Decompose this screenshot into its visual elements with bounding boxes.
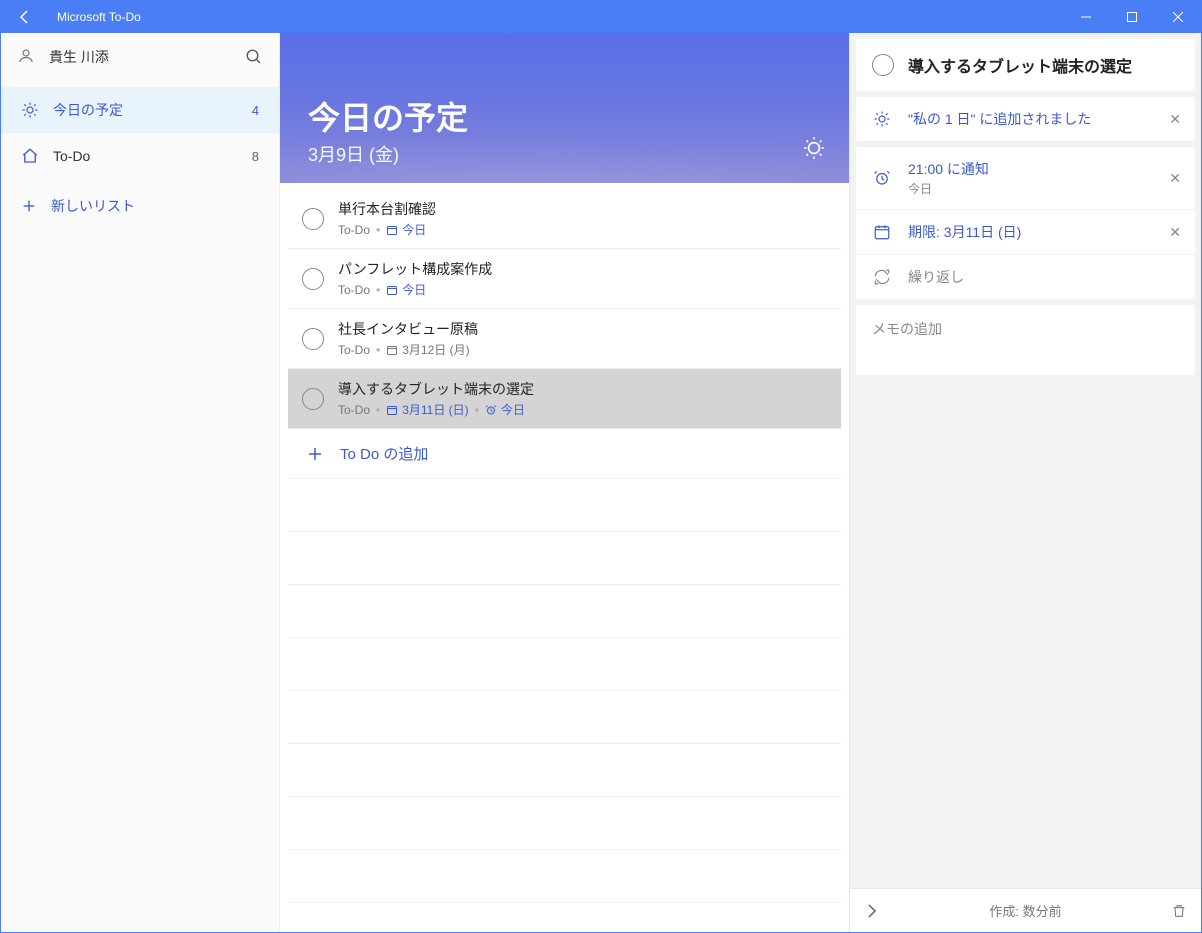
note-field[interactable]: メモの追加: [856, 305, 1195, 375]
calendar-icon: [872, 223, 892, 241]
empty-row: [288, 585, 841, 638]
due-text: 期限: 3月11日 (日): [908, 222, 1021, 242]
detail-header: 導入するタブレット端末の選定: [856, 39, 1195, 91]
delete-task-button[interactable]: [1171, 903, 1187, 919]
plus-icon: [306, 445, 324, 463]
minimize-button[interactable]: [1063, 1, 1109, 33]
page-date: 3月9日 (金): [308, 141, 821, 167]
chevron-right-icon: [864, 903, 880, 919]
task-name: 社長インタビュー原稿: [338, 319, 478, 339]
detail-panel: 導入するタブレット端末の選定 "私の 1 日" に追加されました ✕ 21:00…: [849, 33, 1201, 932]
remove-reminder-button[interactable]: ✕: [1169, 170, 1181, 187]
nav-item-label: 今日の予定: [53, 100, 123, 120]
nav-item-todo[interactable]: To-Do 8: [1, 133, 279, 179]
profile-name: 貴生 川添: [49, 47, 233, 67]
nav-item-count: 8: [252, 149, 259, 164]
new-list-label: 新しいリスト: [51, 196, 135, 216]
complete-toggle[interactable]: [302, 328, 324, 350]
nav-item-count: 4: [252, 103, 259, 118]
empty-row: [288, 797, 841, 850]
sidebar: 貴生 川添 今日の予定 4 To-Do 8: [1, 33, 280, 932]
nav-item-myday[interactable]: 今日の予定 4: [1, 87, 279, 133]
detail-schedule-card: 21:00 に通知 今日 ✕ 期限: 3月11日 (日) ✕ 繰り返し: [856, 147, 1195, 299]
task-list: 単行本台割確認To-Do• 今日パンフレット構成案作成To-Do• 今日社長イン…: [280, 183, 849, 932]
main-panel: 今日の予定 3月9日 (金) 単行本台割確認To-Do• 今日パンフレット構成案…: [280, 33, 849, 932]
task-row[interactable]: パンフレット構成案作成 To-Do• 今日: [288, 249, 841, 309]
complete-toggle[interactable]: [302, 268, 324, 290]
lightbulb-icon: [801, 135, 827, 161]
empty-row: [288, 638, 841, 691]
task-name: 単行本台割確認: [338, 199, 436, 219]
repeat-icon: [872, 268, 892, 286]
task-meta: To-Do• 3月11日 (日)• 今日: [338, 401, 534, 418]
remove-myday-button[interactable]: ✕: [1169, 111, 1181, 128]
detail-myday-card: "私の 1 日" に追加されました ✕: [856, 97, 1195, 141]
alarm-badge: 今日: [485, 401, 525, 418]
maximize-button[interactable]: [1109, 1, 1155, 33]
task-list-label: To-Do: [338, 283, 370, 297]
complete-toggle[interactable]: [302, 388, 324, 410]
task-meta: To-Do• 3月12日 (月): [338, 341, 478, 358]
task-list-label: To-Do: [338, 343, 370, 357]
task-meta: To-Do• 今日: [338, 221, 436, 238]
empty-row: [288, 479, 841, 532]
due-badge: 3月12日 (月): [386, 341, 469, 358]
task-row[interactable]: 単行本台割確認 To-Do• 今日: [288, 189, 841, 249]
empty-row: [288, 850, 841, 903]
add-task-label: To Do の追加: [340, 443, 428, 464]
reminder-sub: 今日: [908, 180, 989, 197]
app-title: Microsoft To-Do: [49, 10, 1063, 24]
new-list-button[interactable]: 新しいリスト: [1, 183, 279, 229]
arrow-left-icon: [17, 9, 33, 25]
sun-icon: [872, 110, 892, 128]
complete-toggle[interactable]: [872, 54, 894, 76]
due-badge: 今日: [386, 281, 426, 298]
person-icon: [17, 47, 37, 67]
titlebar: Microsoft To-Do: [1, 1, 1201, 33]
detail-title[interactable]: 導入するタブレット端末の選定: [908, 53, 1132, 77]
complete-toggle[interactable]: [302, 208, 324, 230]
task-name: 導入するタブレット端末の選定: [338, 379, 534, 399]
search-icon: [245, 48, 263, 66]
search-button[interactable]: [245, 48, 263, 66]
empty-row: [288, 744, 841, 797]
task-list-label: To-Do: [338, 403, 370, 417]
remove-due-button[interactable]: ✕: [1169, 224, 1181, 241]
hero-header: 今日の予定 3月9日 (金): [280, 33, 849, 183]
add-task-input[interactable]: To Do の追加: [288, 429, 841, 479]
due-badge: 3月11日 (日): [386, 401, 468, 418]
due-badge: 今日: [386, 221, 426, 238]
task-meta: To-Do• 今日: [338, 281, 492, 298]
created-text: 作成: 数分前: [892, 901, 1159, 920]
task-row[interactable]: 導入するタブレット端末の選定 To-Do• 3月11日 (日)• 今日: [288, 369, 841, 429]
myday-row[interactable]: "私の 1 日" に追加されました ✕: [856, 97, 1195, 141]
home-icon: [21, 147, 39, 165]
plus-icon: [21, 198, 37, 214]
trash-icon: [1171, 903, 1187, 919]
repeat-row[interactable]: 繰り返し: [856, 255, 1195, 299]
reminder-row[interactable]: 21:00 に通知 今日 ✕: [856, 147, 1195, 210]
alarm-icon: [872, 169, 892, 187]
profile-row[interactable]: 貴生 川添: [1, 33, 279, 81]
nav-list: 今日の予定 4 To-Do 8 新しいリスト: [1, 81, 279, 229]
repeat-text: 繰り返し: [908, 267, 964, 287]
due-row[interactable]: 期限: 3月11日 (日) ✕: [856, 210, 1195, 255]
task-row[interactable]: 社長インタビュー原稿 To-Do• 3月12日 (月): [288, 309, 841, 369]
sun-icon: [21, 101, 39, 119]
detail-footer: 作成: 数分前: [850, 888, 1201, 932]
reminder-text: 21:00 に通知: [908, 159, 989, 179]
nav-item-label: To-Do: [53, 148, 90, 164]
back-button[interactable]: [1, 1, 49, 33]
empty-row: [288, 691, 841, 744]
myday-text: "私の 1 日" に追加されました: [908, 109, 1091, 129]
page-title: 今日の予定: [308, 93, 821, 139]
empty-row: [288, 532, 841, 585]
note-placeholder: メモの追加: [872, 321, 942, 337]
collapse-detail-button[interactable]: [864, 903, 880, 919]
suggestions-button[interactable]: [801, 135, 827, 161]
close-button[interactable]: [1155, 1, 1201, 33]
task-name: パンフレット構成案作成: [338, 259, 492, 279]
task-list-label: To-Do: [338, 223, 370, 237]
